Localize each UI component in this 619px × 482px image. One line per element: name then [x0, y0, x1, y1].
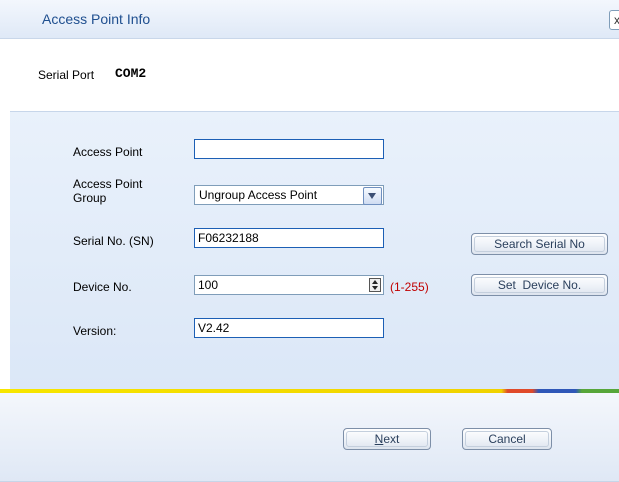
- set-device-label: Set Device No.: [497, 278, 582, 292]
- device-no-value: 100: [198, 278, 219, 292]
- device-no-range-hint: (1-255): [390, 280, 429, 294]
- serial-no-input[interactable]: [194, 228, 384, 248]
- access-point-group-select[interactable]: Ungroup Access Point: [194, 185, 384, 205]
- cancel-label: Cancel: [488, 432, 526, 446]
- serial-port-value: COM2: [115, 66, 147, 81]
- set-device-button[interactable]: Set Device No.: [471, 274, 608, 296]
- group-select-value: Ungroup Access Point: [199, 188, 318, 202]
- window-title: Access Point Info: [42, 11, 151, 27]
- search-serial-button[interactable]: Search Serial No: [471, 233, 608, 255]
- group-label-line2: Group: [73, 191, 107, 205]
- device-no-label: Device No.: [73, 280, 132, 294]
- title-bar: Access Point Info x: [0, 0, 619, 39]
- next-button[interactable]: Next: [343, 428, 431, 450]
- chevron-down-icon[interactable]: [363, 187, 382, 205]
- serial-no-label: Serial No. (SN): [73, 234, 154, 248]
- group-label-line1: Access Point: [73, 177, 143, 191]
- dialog-footer: Next Cancel: [0, 393, 619, 482]
- device-no-stepper[interactable]: 100: [194, 275, 384, 295]
- serial-port-label: Serial Port: [38, 68, 95, 82]
- spinner-icon[interactable]: [369, 278, 381, 292]
- access-point-form: Access Point Access Point Group Ungroup …: [10, 111, 619, 390]
- cancel-button[interactable]: Cancel: [462, 428, 552, 450]
- close-icon[interactable]: x: [609, 10, 619, 30]
- version-label: Version:: [73, 324, 117, 338]
- next-label: Next: [374, 432, 400, 446]
- access-point-input[interactable]: [194, 139, 384, 159]
- access-point-label: Access Point: [73, 145, 143, 159]
- search-serial-label: Search Serial No: [494, 237, 585, 251]
- version-input[interactable]: [194, 318, 384, 338]
